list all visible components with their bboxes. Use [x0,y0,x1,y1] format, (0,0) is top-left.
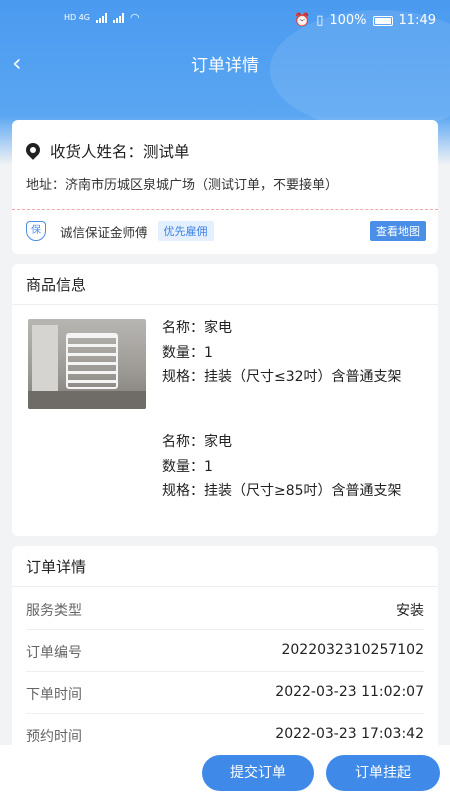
detail-row-order-number: 订单编号 2022032310257102 [26,630,424,672]
detail-value: 2022-03-23 17:03:42 [275,726,424,742]
signal-icon-2 [113,12,125,23]
product-image[interactable] [28,319,146,409]
goods-spec: 规格：挂装（尺寸≥85吋）含普通支架 [162,483,402,499]
detail-value: 2022032310257102 [281,642,424,658]
order-detail-card: 订单详情 服务类型 安装 订单编号 2022032310257102 下单时间 … [12,546,438,776]
detail-section-title: 订单详情 [26,558,87,576]
nav-bar: ‹ 订单详情 [0,45,450,81]
battery-icon [372,15,393,26]
master-label: 诚信保证金师傅 [60,224,148,240]
goods-qty: 数量：1 [162,344,213,361]
goods-section-title: 商品信息 [26,276,87,294]
detail-key: 预约时间 [26,729,82,745]
dashed-divider [12,209,438,210]
network-label: HD 4G [64,13,91,22]
goods-name: 名称：家电 [162,320,232,336]
submit-order-button[interactable]: 提交订单 [202,755,314,791]
image-towel-rack [66,333,118,389]
shield-icon: 保 [26,221,46,241]
detail-row-service-type: 服务类型 安装 [26,588,424,630]
goods-spec: 规格：挂装（尺寸≤32吋）含普通支架 [162,369,402,385]
location-pin-icon [26,143,40,159]
status-right: ⏰ ▯ 100% 11:49 [294,13,436,28]
wifi-icon: ◠ [130,11,140,24]
detail-key: 服务类型 [26,603,82,619]
status-bar: HD 4G ◠ ⏰ ▯ 100% 11:49 [0,0,450,40]
address-text: 地址：济南市历城区泉城广场（测试订单，不要接单） [26,178,339,193]
goods-item: 名称：家电 数量：1 规格：挂装（尺寸≤32吋）含普通支架 [162,316,424,390]
detail-value: 2022-03-23 11:02:07 [275,684,424,700]
address-card: 收货人姓名：测试单 地址：济南市历城区泉城广场（测试订单，不要接单） 保 诚信保… [12,120,438,254]
goods-card: 商品信息 名称：家电 数量：1 规格：挂装（尺寸≤32吋）含普通支架 名称：家电… [12,264,438,536]
priority-tag: 优先雇佣 [157,221,214,241]
detail-value: 安装 [396,603,424,619]
detail-key: 订单编号 [26,645,82,661]
network-indicators: HD 4G ◠ [64,11,140,24]
battery-percent: 100% [329,13,367,28]
goods-name: 名称：家电 [162,434,232,450]
image-door [32,325,58,395]
receiver-name: 收货人姓名：测试单 [50,143,190,161]
vibrate-icon: ▯ [316,13,324,28]
image-floor [28,391,146,409]
signal-icon [96,12,108,23]
clock: 11:49 [398,13,436,28]
page-title: 订单详情 [191,56,259,76]
goods-qty: 数量：1 [162,458,213,475]
receiver-row: 收货人姓名：测试单 [26,140,190,162]
master-row: 保 诚信保证金师傅 优先雇佣 查看地图 [26,220,426,242]
section-divider [12,586,438,587]
detail-key: 下单时间 [26,687,82,703]
alarm-icon: ⏰ [294,13,311,28]
bottom-action-bar: 提交订单 订单挂起 [0,745,450,800]
detail-row-order-time: 下单时间 2022-03-23 11:02:07 [26,672,424,714]
goods-item: 名称：家电 数量：1 规格：挂装（尺寸≥85吋）含普通支架 [162,430,424,504]
section-divider [12,304,438,305]
hold-order-button[interactable]: 订单挂起 [326,755,440,791]
view-map-button[interactable]: 查看地图 [370,221,426,241]
